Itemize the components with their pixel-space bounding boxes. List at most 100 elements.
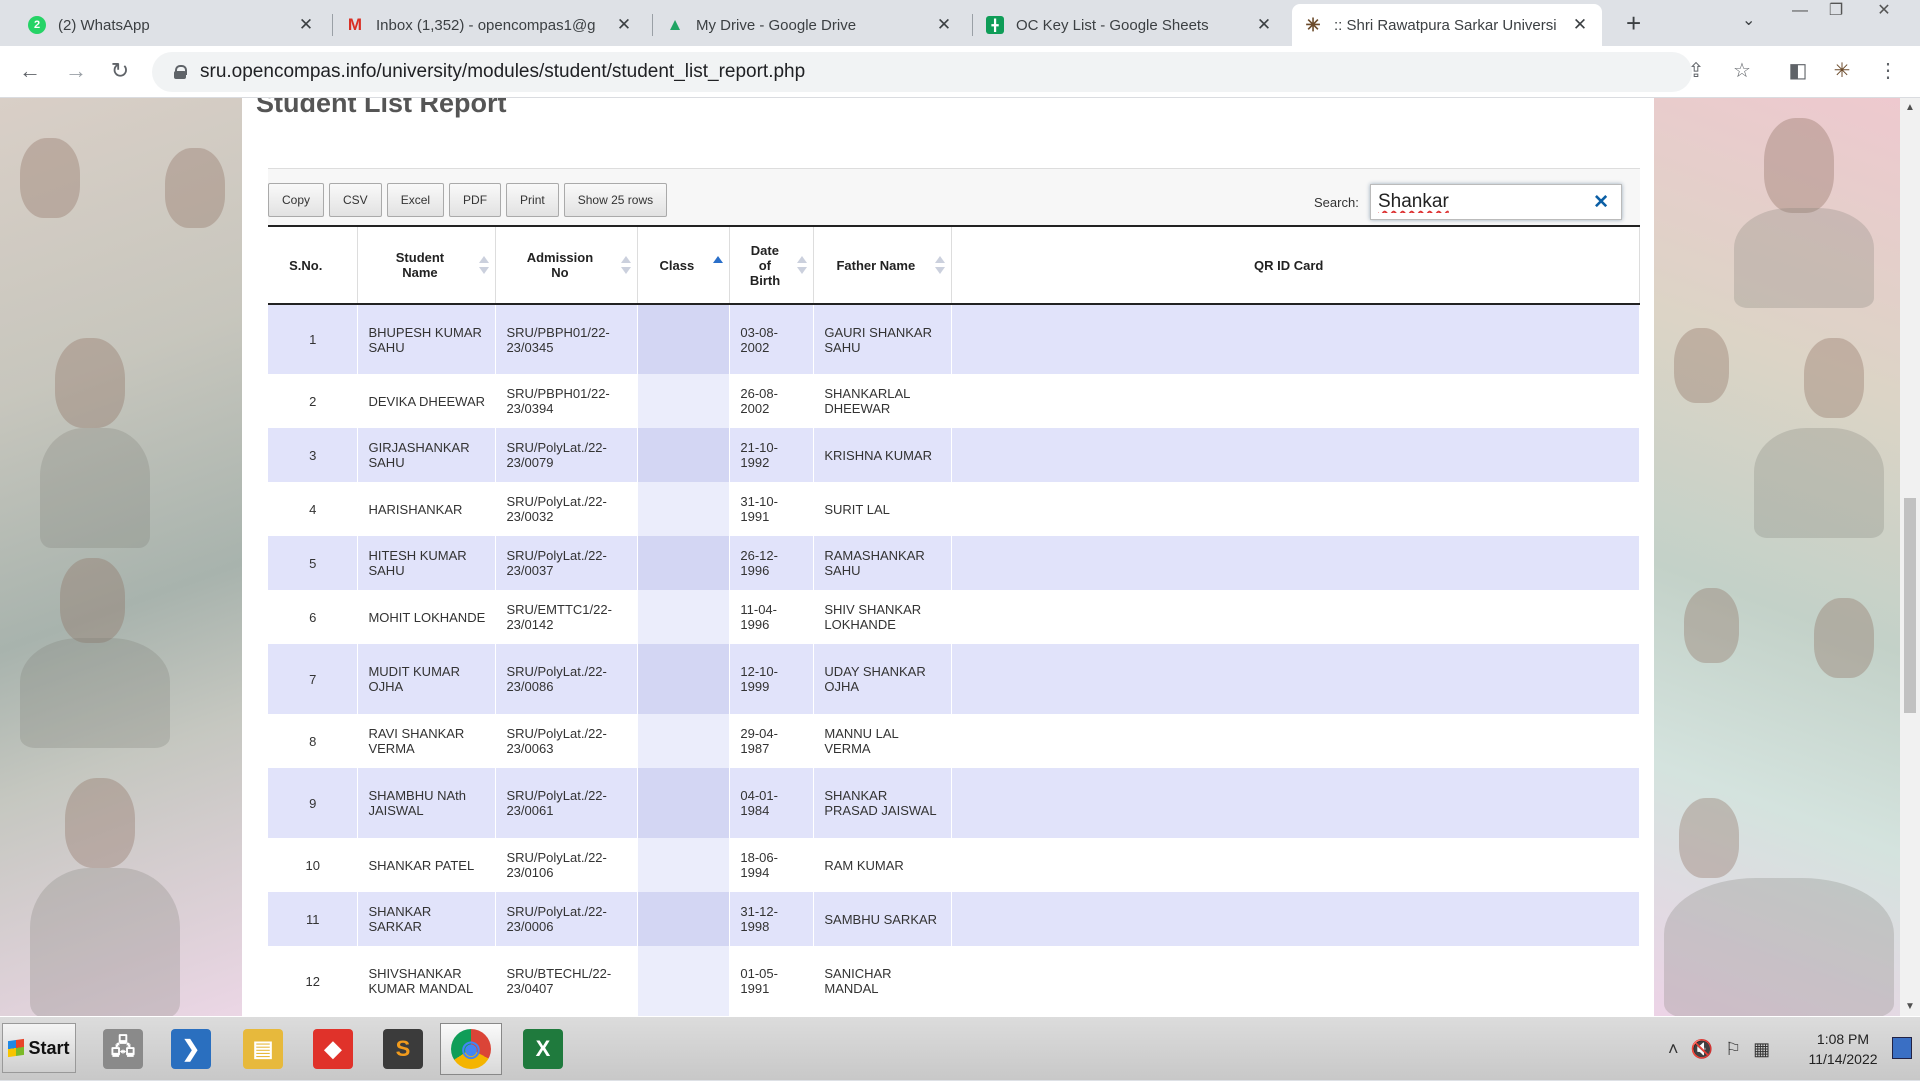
address-bar[interactable]: sru.opencompas.info/university/modules/s… <box>152 52 1692 92</box>
browser-tab[interactable]: ✳:: Shri Rawatpura Sarkar Universi ✕ <box>1292 4 1602 46</box>
new-tab-icon[interactable]: + <box>1626 8 1641 39</box>
column-header-date-of-birth[interactable]: Date of Birth <box>729 226 815 304</box>
csv-button[interactable]: CSV <box>329 183 382 217</box>
network-icon[interactable]: ▦ <box>1753 1039 1770 1060</box>
extension-icon[interactable]: ✳ <box>1828 58 1856 83</box>
cell-father: SHIV SHANKAR LOKHANDE <box>813 590 953 644</box>
tab-title: OC Key List - Google Sheets <box>1016 16 1209 34</box>
taskbar-app[interactable]: 🖧 <box>92 1023 154 1075</box>
restore-icon[interactable]: ❐ <box>1818 0 1854 22</box>
scroll-up-arrow-icon[interactable]: ▲ <box>1900 102 1920 113</box>
cell-sno: 11 <box>268 892 359 946</box>
pdf-button[interactable]: PDF <box>449 183 502 217</box>
excel-button[interactable]: Excel <box>386 183 445 217</box>
sort-icon[interactable] <box>621 256 632 274</box>
table-row: 8 RAVI SHANKAR VERMA SRU/PolyLat./22-23/00… <box>268 714 1640 768</box>
column-header-father-name[interactable]: Father Name <box>813 226 953 304</box>
cell-adm: SRU/PolyLat./22-23/0079 <box>495 428 639 482</box>
action-center-flag-icon[interactable]: ⚐ <box>1725 1039 1741 1060</box>
table-row: 11 SHANKAR SARKAR SRU/PolyLat./22-23/0006 3… <box>268 892 1640 946</box>
tab-close-icon[interactable]: ✕ <box>1254 15 1274 35</box>
cell-adm: SRU/BTECHL/22-23/0407 <box>495 946 639 1016</box>
minimize-icon[interactable]: — <box>1782 0 1818 22</box>
taskbar-app[interactable]: ◆ <box>302 1023 364 1075</box>
bookmark-star-icon[interactable]: ☆ <box>1728 58 1756 83</box>
tab-search-chevron-icon[interactable]: ⌄ <box>1742 10 1755 30</box>
show-25-rows-button[interactable]: Show 25 rows <box>563 183 668 217</box>
sort-icon[interactable] <box>797 256 808 274</box>
cell-dob: 12-10-1999 <box>729 644 815 714</box>
back-icon[interactable]: ← <box>16 58 44 86</box>
start-button[interactable]: Start <box>2 1023 76 1073</box>
system-clock[interactable]: 1:08 PM 11/14/2022 <box>1800 1029 1886 1069</box>
taskbar-app[interactable]: ▤ <box>232 1023 294 1075</box>
browser-tab-strip: 2 (2) WhatsApp ✕ M Inbox (1,352) - opencompa… <box>0 0 1920 46</box>
cell-class <box>637 482 731 536</box>
sort-icon[interactable] <box>935 256 946 274</box>
cell-dob: 01-05-1991 <box>729 946 815 1016</box>
volume-muted-icon[interactable]: 🔇 <box>1691 1039 1713 1060</box>
cell-sno: 2 <box>268 374 359 428</box>
cell-father: SHANKAR PRASAD JAISWAL <box>813 768 953 838</box>
cell-father: SHANKARLAL DHEEWAR <box>813 374 953 428</box>
column-header-class[interactable]: Class <box>637 226 731 304</box>
cell-name: BHUPESH KUMAR SAHU <box>357 304 497 374</box>
sort-icon[interactable] <box>479 256 490 274</box>
cell-class <box>637 304 731 374</box>
column-header-qr-id-card: QR ID Card <box>951 226 1640 304</box>
search-input[interactable] <box>1378 191 1578 213</box>
lock-icon[interactable] <box>174 65 187 79</box>
browser-tab[interactable]: M Inbox (1,352) - opencompas1@g ✕ <box>334 4 646 46</box>
column-header-admission-no[interactable]: Admission No <box>495 226 639 304</box>
clear-search-icon[interactable]: ✕ <box>1593 191 1609 214</box>
sort-ascending-icon[interactable] <box>713 256 724 274</box>
powershell-icon: ❯ <box>171 1029 211 1069</box>
table-row: 2 DEVIKA DHEEWAR SRU/PBPH01/22-23/0394 26-0… <box>268 374 1640 428</box>
taskbar-app[interactable]: ❯ <box>160 1023 222 1075</box>
tray-expand-icon[interactable]: ˄ <box>1668 1039 1679 1060</box>
tab-close-icon[interactable]: ✕ <box>1570 15 1590 35</box>
scrollbar-thumb[interactable] <box>1904 498 1916 713</box>
copy-button[interactable]: Copy <box>268 183 325 217</box>
chrome-icon: ◉ <box>451 1029 491 1069</box>
scroll-down-arrow-icon[interactable]: ▼ <box>1900 1001 1920 1012</box>
tab-close-icon[interactable]: ✕ <box>614 15 634 35</box>
cell-adm: SRU/PolyLat./22-23/0006 <box>495 892 639 946</box>
side-panel-icon[interactable]: ◧ <box>1784 58 1812 83</box>
cell-sno: 7 <box>268 644 359 714</box>
report-panel: Copy CSV Excel PDF Print Show 25 rows Search:… <box>268 168 1640 1016</box>
taskbar-app[interactable]: S <box>372 1023 434 1075</box>
table-header-row: S.No. Student Name Admission No Class Date o… <box>268 226 1640 304</box>
windows-logo-icon <box>8 1038 25 1058</box>
column-header-student-name[interactable]: Student Name <box>357 226 497 304</box>
cell-dob: 03-08-2002 <box>729 304 815 374</box>
tab-close-icon[interactable]: ✕ <box>934 15 954 35</box>
browser-tab[interactable]: ▲ My Drive - Google Drive ✕ <box>654 4 966 46</box>
browser-tab[interactable]: ╋ OC Key List - Google Sheets ✕ <box>974 4 1286 46</box>
taskbar-app[interactable]: ◉ <box>440 1023 502 1075</box>
google-sheets-icon: ╋ <box>986 16 1004 34</box>
table-row: 1 BHUPESH KUMAR SAHU SRU/PBPH01/22-23/0345… <box>268 304 1640 374</box>
column-header-label: Class <box>659 257 695 273</box>
search-field[interactable]: ✕ <box>1370 184 1622 220</box>
print-button[interactable]: Print <box>506 183 559 217</box>
taskbar-app[interactable]: X <box>512 1023 574 1075</box>
tab-title: (2) WhatsApp <box>58 16 150 34</box>
sublime-text-icon: S <box>383 1029 423 1069</box>
forward-icon[interactable]: → <box>62 58 90 86</box>
excel-icon: X <box>523 1029 563 1069</box>
reload-icon[interactable]: ↻ <box>106 58 134 86</box>
menu-kebab-icon[interactable]: ⋮ <box>1874 58 1902 83</box>
table-row: 7 MUDIT KUMAR OJHA SRU/PolyLat./22-23/0086… <box>268 644 1640 714</box>
page-scrollbar[interactable]: ▲ ▼ <box>1900 98 1920 1016</box>
cell-class <box>637 946 731 1016</box>
show-desktop-button[interactable] <box>1892 1037 1912 1059</box>
browser-tab[interactable]: 2 (2) WhatsApp ✕ <box>16 4 328 46</box>
close-window-icon[interactable]: ✕ <box>1866 0 1902 22</box>
cell-dob: 18-06-1994 <box>729 838 815 892</box>
gmail-icon: M <box>347 15 363 34</box>
tab-close-icon[interactable]: ✕ <box>296 15 316 35</box>
share-icon[interactable]: ⇪ <box>1682 58 1710 83</box>
file-explorer-icon: ▤ <box>243 1029 283 1069</box>
windows-taskbar: Start ˄ 🔇 ⚐ ▦ 1:08 PM 11/14/2022 🖧 ❯ ▤ ◆ S ◉ X <box>0 1016 1920 1080</box>
